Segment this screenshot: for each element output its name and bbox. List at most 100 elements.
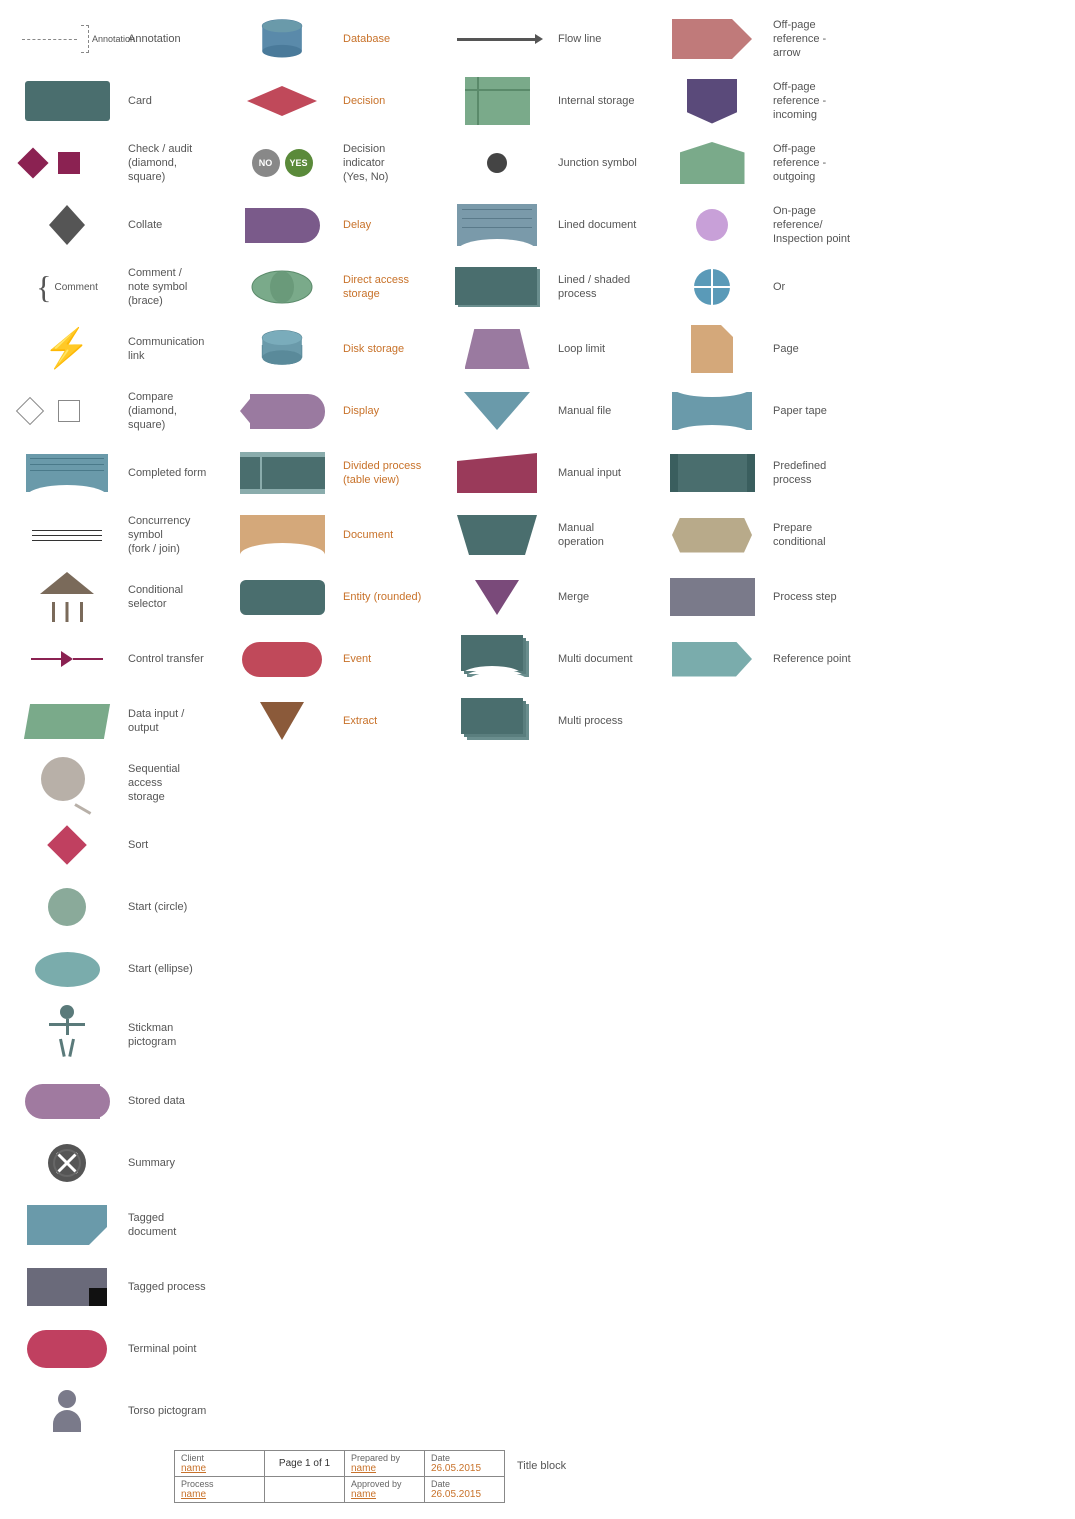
offpage-incoming-shape [687,79,737,124]
decision-shape [247,86,317,116]
completed-form-shape [26,454,108,492]
direct-access-shape [247,266,317,308]
event-shape [242,642,322,677]
lined-doc-shape [457,204,537,246]
offpage-arrow-item: Off-page reference -arrow [649,8,864,70]
loop-limit-shape [465,329,530,369]
process-step-shape [670,578,755,616]
prepare-cond-item: Prepare conditional [649,504,864,566]
or-item: Or [649,256,864,318]
event-item: Event [219,628,434,690]
paper-tape-item: Paper tape [649,380,864,442]
offpage-outgoing-shape [680,142,745,184]
disk-storage-shape [255,327,310,372]
concurrency-shape [32,530,102,541]
flow-line-shape [457,38,537,41]
delay-shape [245,208,320,243]
compare-diamond-shape [16,397,44,425]
junction-item: Junction symbol [434,132,649,194]
concurrency-item: Concurrency symbol(fork / join) [4,504,219,566]
annotation-shape: Annotation [12,14,122,64]
merge-shape [475,580,519,615]
control-transfer-item: Control transfer [4,628,219,690]
multi-doc-shape [461,635,533,683]
manual-op-shape [457,515,537,555]
lined-shaded-shape [455,267,540,307]
onpage-ref-item: On-page reference/Inspection point [649,194,864,256]
document-item: Document [219,504,434,566]
compare-square-shape [58,400,80,422]
entity-rounded-shape [240,580,325,615]
comm-link-shape: ⚡ [43,330,90,368]
page-item: Page [649,318,864,380]
offpage-incoming-item: Off-page reference -incoming [649,70,864,132]
offpage-arrow-shape [672,19,752,59]
card-item: Card [4,70,219,132]
divided-process-shape [240,452,325,494]
card-shape [25,81,110,121]
tagged-doc-shape [27,1205,107,1245]
summary-shape [48,1144,86,1182]
ref-point-shape [672,642,752,677]
start-circle-shape [48,888,86,926]
display-item: Display [219,380,434,442]
start-circle-item: Start (circle) [4,876,219,938]
document-shape [240,515,325,555]
stored-data-shape [25,1084,110,1119]
seq-access-shape [41,757,93,809]
database-item: Database [219,8,434,70]
cond-selector-shape [40,572,95,622]
predefined-item: Predefined process [649,442,864,504]
stored-data-item: Stored data [4,1070,219,1132]
decision-item: Decision [219,70,434,132]
extract-item: Extract [219,690,434,752]
start-ellipse-shape [35,952,100,987]
paper-tape-shape [672,392,752,430]
control-transfer-shape [31,651,103,667]
stickman-shape [45,1005,89,1065]
database-shape [255,17,310,62]
lined-shaded-item: Lined / shaded process [434,256,649,318]
merge-item: Merge [434,566,649,628]
title-block-row: Client name Page 1 of 1 Prepared by name… [4,1442,1071,1511]
multi-doc-item: Multi document [434,628,649,690]
tagged-process-shape [27,1268,107,1306]
disk-storage-item: Disk storage [219,318,434,380]
manual-op-item: Manual operation [434,504,649,566]
terminal-shape [27,1330,107,1368]
seq-access-item: Sequential accessstorage [4,752,219,814]
completed-form-item: Completed form [4,442,219,504]
internal-storage-shape [465,77,530,125]
multi-process-shape [461,698,533,744]
data-io-item: Data input / output [4,690,219,752]
manual-file-item: Manual file [434,380,649,442]
direct-access-item: Direct access storage [219,256,434,318]
tagged-process-item: Tagged process [4,1256,219,1318]
collate-shape [49,205,85,245]
prepare-cond-shape [672,518,752,553]
decision-indicator-item: NO YES Decision indicator(Yes, No) [219,132,434,194]
check-square-shape [58,152,80,174]
junction-shape [487,153,507,173]
multi-process-item: Multi process [434,690,649,752]
ref-point-item: Reference point [649,628,864,690]
display-shape [240,394,325,429]
title-block-table: Client name Page 1 of 1 Prepared by name… [174,1450,505,1503]
delay-item: Delay [219,194,434,256]
comment-shape: { Comment [36,271,98,303]
lined-doc-item: Lined document [434,194,649,256]
manual-input-shape [457,453,537,493]
check-audit-item: Check / audit(diamond, square) [4,132,219,194]
stickman-item: Stickman pictogram [4,1000,219,1070]
tagged-doc-item: Tagged document [4,1194,219,1256]
data-io-shape [24,704,110,739]
offpage-outgoing-item: Off-page reference -outgoing [649,132,864,194]
annotation-item: Annotation Annotation [4,8,219,70]
start-ellipse-item: Start (ellipse) [4,938,219,1000]
flow-line-item: Flow line [434,8,649,70]
decision-indicator-shape: NO YES [252,149,313,177]
process-step-item: Process step [649,566,864,628]
comm-link-item: ⚡ Communication link [4,318,219,380]
onpage-ref-shape [696,209,728,241]
compare-item: Compare(diamond, square) [4,380,219,442]
